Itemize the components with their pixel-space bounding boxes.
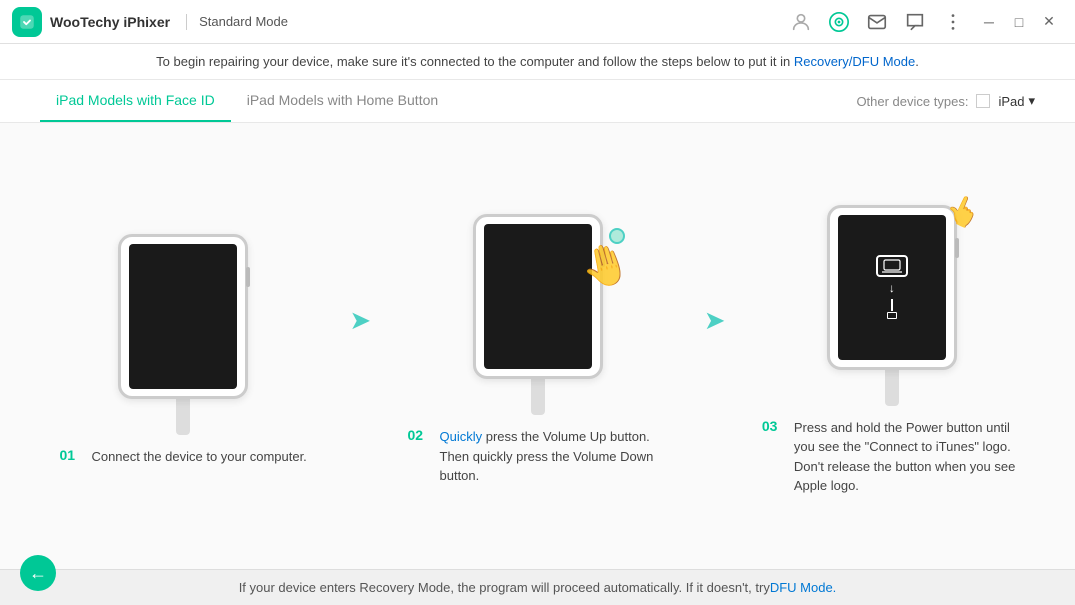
step3-illustration: ↓ 👆 — [827, 205, 957, 406]
step-3: ↓ 👆 03 — [752, 205, 1032, 496]
device-type-selector: Other device types: iPad ▾ — [856, 93, 1035, 109]
mail-icon[interactable] — [863, 8, 891, 36]
arrow-1: ➤ — [349, 307, 371, 333]
app-name: WooTechy iPhixer — [50, 14, 170, 30]
minimize-button[interactable]: ─ — [975, 8, 1003, 36]
step3-screen: ↓ — [838, 215, 946, 360]
app-logo — [12, 7, 42, 37]
step1-text: Connect the device to your computer. — [91, 447, 306, 467]
steps-content: 01 Connect the device to your computer. … — [0, 123, 1075, 569]
cable-line — [891, 299, 893, 311]
cable-plug — [887, 312, 897, 319]
step-1: 01 Connect the device to your computer. — [43, 234, 323, 467]
step2-desc: 02 Quickly press the Volume Up button. T… — [398, 427, 678, 486]
maximize-button[interactable]: □ — [1005, 8, 1033, 36]
dropdown-arrow-icon: ▾ — [1028, 93, 1035, 109]
step1-num: 01 — [59, 447, 83, 463]
app-window: WooTechy iPhixer Standard Mode — [0, 0, 1075, 605]
step3-cable — [885, 370, 899, 406]
title-divider — [186, 14, 187, 30]
step3-device-wrap: ↓ 👆 — [827, 205, 957, 370]
back-button[interactable]: ← — [20, 555, 56, 591]
step2-num: 02 — [408, 427, 432, 443]
toolbar-icons — [787, 8, 967, 36]
recovery-link[interactable]: Recovery/DFU Mode — [794, 54, 915, 69]
step2-screen — [484, 224, 592, 369]
step1-ipad — [118, 234, 248, 399]
step3-desc: 03 Press and hold the Power button until… — [752, 418, 1032, 496]
device-dropdown[interactable]: iPad ▾ — [998, 93, 1035, 109]
step2-text: Quickly press the Volume Up button. Then… — [440, 427, 668, 486]
tab-home-button[interactable]: iPad Models with Home Button — [231, 80, 454, 122]
recovery-cable-icon — [887, 299, 897, 319]
step-2: 🤚 02 Quickly press the Volume Up button.… — [398, 214, 678, 486]
step2-ipad — [473, 214, 603, 379]
current-device: iPad — [998, 94, 1024, 109]
step1-illustration — [118, 234, 248, 435]
arrow-2: ➤ — [704, 307, 726, 333]
step1-screen — [129, 244, 237, 389]
music-icon[interactable] — [825, 8, 853, 36]
step1-cable — [176, 399, 190, 435]
user-icon[interactable] — [787, 8, 815, 36]
step1-desc: 01 Connect the device to your computer. — [49, 447, 316, 467]
device-checkbox[interactable] — [976, 94, 990, 108]
step3-text: Press and hold the Power button until yo… — [794, 418, 1022, 496]
step2-illustration: 🤚 — [473, 214, 603, 415]
recovery-laptop-icon — [876, 255, 908, 277]
step2-quickly1: Quickly — [440, 429, 483, 444]
window-controls: ─ □ ✕ — [975, 8, 1063, 36]
dfu-mode-link[interactable]: DFU Mode. — [770, 580, 836, 595]
tab-face-id[interactable]: iPad Models with Face ID — [40, 80, 231, 122]
close-button[interactable]: ✕ — [1035, 8, 1063, 36]
device-type-label: Other device types: — [856, 94, 968, 109]
title-bar: WooTechy iPhixer Standard Mode — [0, 0, 1075, 44]
recovery-down-arrow: ↓ — [889, 281, 895, 295]
steps-row: 01 Connect the device to your computer. … — [30, 139, 1045, 561]
bottom-bar: ← If your device enters Recovery Mode, t… — [0, 569, 1075, 605]
chat-icon[interactable] — [901, 8, 929, 36]
menu-icon[interactable] — [939, 8, 967, 36]
step1-power-btn — [246, 267, 250, 287]
step3-num: 03 — [762, 418, 786, 434]
step2-cable — [531, 379, 545, 415]
tab-bar: iPad Models with Face ID iPad Models wit… — [0, 80, 1075, 123]
info-bar: To begin repairing your device, make sur… — [0, 44, 1075, 80]
step3-power-btn — [955, 238, 959, 258]
step3-ipad: ↓ — [827, 205, 957, 370]
info-text: To begin repairing your device, make sur… — [156, 54, 919, 69]
bottom-text: If your device enters Recovery Mode, the… — [239, 580, 770, 595]
app-mode: Standard Mode — [199, 14, 288, 29]
step2-button-indicator — [609, 228, 625, 244]
step2-device-wrap: 🤚 — [473, 214, 603, 379]
